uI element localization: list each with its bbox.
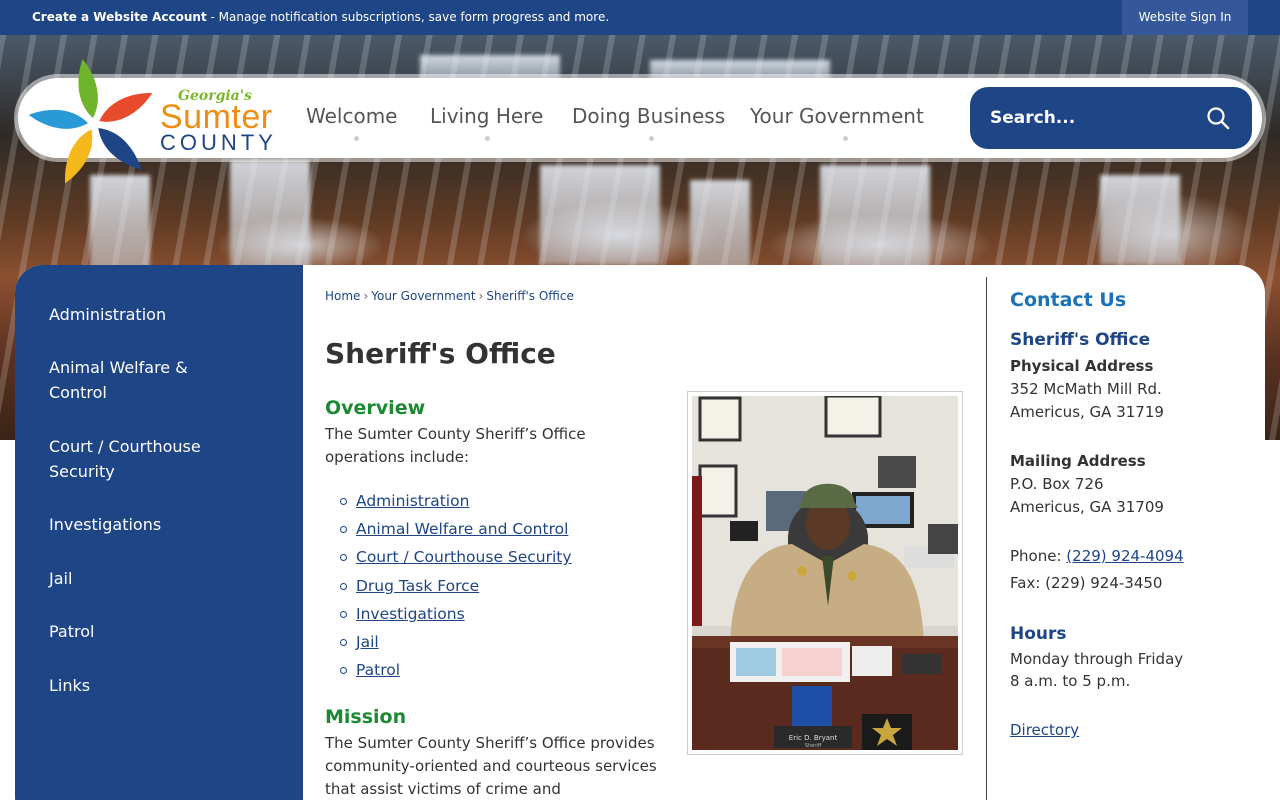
top-bar: Create a Website Account - Manage notifi… (0, 0, 1280, 35)
sidebar-item-administration[interactable]: Administration (49, 302, 249, 327)
nav-label: Welcome (306, 104, 398, 128)
phone-line: Phone: (229) 924-4094 (1010, 547, 1184, 565)
sidebar-item-court-security[interactable]: Court / Courthouse Security (49, 434, 229, 484)
mailing-address-label: Mailing Address (1010, 452, 1146, 470)
contact-us-heading: Contact Us (1010, 289, 1127, 311)
nav-dot (485, 136, 490, 141)
search-input[interactable] (990, 106, 1190, 130)
nameplate-title: Sheriff (805, 743, 822, 749)
list-item: Court / Courthouse Security (340, 546, 572, 574)
breadcrumb-current[interactable]: Sheriff's Office (486, 289, 574, 303)
list-item: Administration (340, 490, 572, 518)
account-message: Create a Website Account - Manage notifi… (32, 10, 609, 24)
overview-text: The Sumter County Sheriff’s Office opera… (325, 425, 586, 466)
breadcrumb: Home › Your Government › Sheriff's Office (325, 289, 574, 303)
breadcrumb-separator: › (478, 289, 484, 303)
physical-address-label: Physical Address (1010, 357, 1154, 375)
list-item: Investigations (340, 603, 572, 631)
nav-label: Living Here (430, 104, 544, 128)
sidebar-item-links[interactable]: Links (49, 673, 249, 698)
directory-line: Directory (1010, 721, 1079, 739)
mailing-address-line1: P.O. Box 726 (1010, 475, 1104, 493)
physical-address-line1: 352 McMath Mill Rd. (1010, 380, 1162, 398)
list-item: Patrol (340, 659, 572, 687)
link-court-security[interactable]: Court / Courthouse Security (356, 548, 572, 566)
nav-welcome[interactable]: Welcome (306, 104, 398, 141)
create-account-link[interactable]: Create a Website Account (32, 10, 207, 24)
fax-line: Fax: (229) 924-3450 (1010, 574, 1163, 592)
link-animal-welfare[interactable]: Animal Welfare and Control (356, 520, 568, 538)
sidebar-item-investigations[interactable]: Investigations (49, 512, 249, 537)
search-box (970, 87, 1252, 149)
sidebar-item-jail[interactable]: Jail (49, 566, 249, 591)
nav-your-government[interactable]: Your Government (750, 104, 924, 141)
office-name: Sheriff's Office (1010, 330, 1151, 350)
sheriff-photo: Eric D. Bryant Sheriff (692, 396, 958, 750)
search-icon[interactable] (1206, 106, 1230, 130)
nav-dot (649, 136, 654, 141)
nameplate-name: Eric D. Bryant (789, 734, 838, 742)
link-drug-task-force[interactable]: Drug Task Force (356, 577, 479, 595)
breadcrumb-home[interactable]: Home (325, 289, 360, 303)
directory-link[interactable]: Directory (1010, 721, 1079, 739)
hours-heading: Hours (1010, 624, 1067, 644)
website-sign-in-button[interactable]: Website Sign In (1122, 0, 1248, 35)
nav-label: Your Government (750, 104, 924, 128)
hours-line1: Monday through Friday (1010, 650, 1184, 668)
mailing-address-line2: Americus, GA 31709 (1010, 498, 1164, 516)
nav-doing-business[interactable]: Doing Business (572, 104, 726, 141)
breadcrumb-separator: › (363, 289, 369, 303)
phone-link[interactable]: (229) 924-4094 (1066, 547, 1183, 565)
mission-text: The Sumter County Sheriff’s Office provi… (325, 734, 657, 798)
overview-heading: Overview (325, 397, 426, 419)
link-jail[interactable]: Jail (356, 633, 379, 651)
account-description: - Manage notification subscriptions, sav… (206, 10, 610, 24)
nav-dot (354, 136, 359, 141)
sidebar-item-patrol[interactable]: Patrol (49, 619, 249, 644)
column-divider (986, 277, 987, 800)
list-item: Drug Task Force (340, 575, 572, 603)
nav-living-here[interactable]: Living Here (430, 104, 544, 141)
link-administration[interactable]: Administration (356, 492, 469, 510)
list-item: Animal Welfare and Control (340, 518, 572, 546)
physical-address-line2: Americus, GA 31719 (1010, 403, 1164, 421)
sidebar: Administration Animal Welfare & Control … (15, 265, 303, 800)
nav-dot (843, 136, 848, 141)
link-patrol[interactable]: Patrol (356, 661, 400, 679)
phone-label: Phone: (1010, 547, 1067, 565)
list-item: Jail (340, 631, 572, 659)
hours-line2: 8 a.m. to 5 p.m. (1010, 672, 1131, 690)
mission-heading: Mission (325, 706, 407, 728)
operations-list: Administration Animal Welfare and Contro… (340, 490, 572, 687)
nav-label: Doing Business (572, 104, 726, 128)
page-title: Sheriff's Office (325, 337, 556, 370)
sheriff-photo-frame: Eric D. Bryant Sheriff (687, 391, 963, 755)
sidebar-item-animal-welfare[interactable]: Animal Welfare & Control (49, 355, 219, 405)
link-investigations[interactable]: Investigations (356, 605, 465, 623)
logo-county: COUNTY (160, 130, 277, 155)
breadcrumb-your-government[interactable]: Your Government (371, 289, 475, 303)
